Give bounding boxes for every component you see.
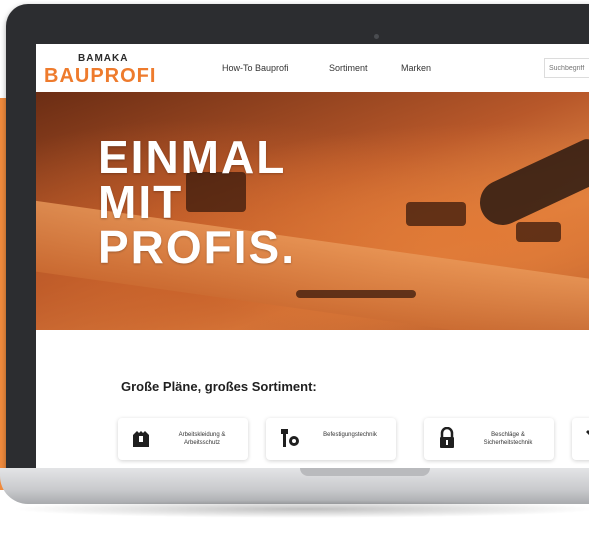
hero-headline-line-1: EINMAL: [98, 131, 287, 183]
measuring-tool-image: [516, 222, 561, 242]
brand-subtitle: BAMAKA: [78, 53, 129, 64]
hero-banner: EINMAL MIT PROFIS.: [36, 92, 589, 330]
laptop-base-notch: [300, 468, 430, 476]
hero-headline: EINMAL MIT PROFIS.: [98, 131, 428, 273]
brand-logo[interactable]: BAUPROFI: [44, 65, 156, 88]
category-card-arbeitskleidung[interactable]: Arbeitskleidung & Arbeitsschutz: [118, 418, 248, 460]
workwear-icon: [133, 431, 149, 447]
hero-headline-line-2: MIT: [98, 176, 184, 228]
category-label: Beschläge & Sicherheitstechnik: [483, 432, 533, 446]
padlock-icon: [440, 427, 454, 448]
site-header: BAMAKA BAUPROFI How-To Bauprofi Sortimen…: [36, 44, 589, 92]
hero-headline-line-3: PROFIS.: [98, 221, 297, 273]
category-label: Arbeitskleidung & Arbeitsschutz: [178, 432, 226, 446]
laptop-screen: BAMAKA BAUPROFI How-To Bauprofi Sortimen…: [36, 44, 589, 472]
webcam: [374, 34, 379, 39]
laptop-shadow: [10, 500, 589, 518]
nav-item-sortiment[interactable]: Sortiment: [329, 63, 368, 73]
category-card-befestigungstechnik[interactable]: Befestigungstechnik: [266, 418, 396, 460]
nav-item-marken[interactable]: Marken: [401, 63, 431, 73]
category-card-beschlaege[interactable]: Beschläge & Sicherheitstechnik: [424, 418, 554, 460]
category-card-tools[interactable]: [572, 418, 589, 460]
gloved-hand-image: [472, 136, 589, 233]
tools-icon: [586, 430, 589, 435]
search-input[interactable]: [544, 58, 589, 78]
category-label: Befestigungstechnik: [323, 432, 377, 438]
nav-item-how-to-bauprofi[interactable]: How-To Bauprofi: [222, 63, 289, 73]
laptop-frame: BAMAKA BAUPROFI How-To Bauprofi Sortimen…: [6, 4, 589, 474]
laptop-base: [0, 468, 589, 504]
section-title: Große Pläne, großes Sortiment:: [121, 379, 317, 394]
screwdriver-image: [296, 290, 416, 298]
fastener-icon: [281, 429, 299, 447]
